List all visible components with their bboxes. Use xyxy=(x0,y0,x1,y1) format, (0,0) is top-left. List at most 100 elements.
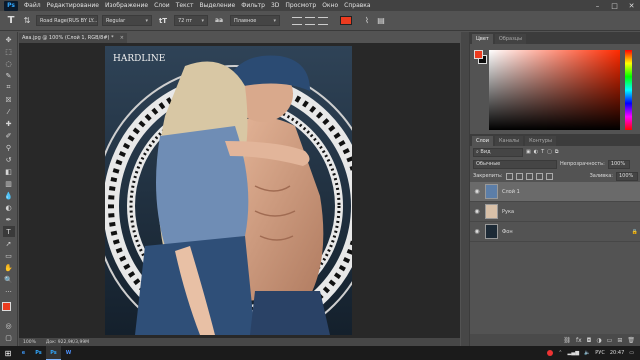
delete-layer-icon[interactable]: 🗑 xyxy=(627,337,635,344)
font-size-select[interactable]: 72 пт ▾ xyxy=(174,15,208,26)
menu-filter[interactable]: Фильтр xyxy=(238,2,268,9)
taskbar-app-photoshop[interactable]: Ps xyxy=(31,346,46,360)
lock-pixels-icon[interactable] xyxy=(515,172,523,180)
frame-tool-icon[interactable]: ☒ xyxy=(3,94,15,105)
text-orientation-icon[interactable]: ⇅ xyxy=(22,16,32,26)
eye-icon[interactable]: ◉ xyxy=(473,208,481,215)
color-picker-field[interactable] xyxy=(489,50,620,130)
quick-select-tool-icon[interactable]: ✎ xyxy=(3,70,15,81)
text-color-swatch[interactable] xyxy=(340,16,352,25)
zoom-level[interactable]: 100% xyxy=(23,340,36,345)
minimize-button[interactable]: – xyxy=(589,2,606,10)
adjustment-layer-icon[interactable]: ◑ xyxy=(596,337,601,344)
align-center-icon[interactable] xyxy=(305,16,315,25)
crop-tool-icon[interactable]: ⌗ xyxy=(3,82,15,93)
language-indicator[interactable]: РУС xyxy=(595,350,605,356)
layer-filter-select[interactable]: ⌕ Вид xyxy=(473,147,523,157)
menu-select[interactable]: Выделение xyxy=(196,2,238,9)
link-layers-icon[interactable]: ⛓ xyxy=(563,337,571,344)
antialias-select[interactable]: Плавное ▾ xyxy=(230,15,280,26)
blend-mode-select[interactable]: Обычные xyxy=(473,159,557,169)
volume-icon[interactable]: 🔈 xyxy=(584,350,590,356)
record-icon[interactable] xyxy=(547,350,554,356)
screen-mode-icon[interactable]: ▢ xyxy=(3,332,15,343)
layer-row[interactable]: ◉ Слой 1 xyxy=(470,182,640,202)
tab-channels[interactable]: Каналы xyxy=(495,136,524,146)
taskbar-app-word[interactable]: W xyxy=(61,346,76,360)
pen-tool-icon[interactable]: ✒ xyxy=(3,214,15,225)
path-select-tool-icon[interactable]: ➚ xyxy=(3,238,15,249)
menu-help[interactable]: Справка xyxy=(341,2,373,9)
healing-tool-icon[interactable]: ✚ xyxy=(3,118,15,129)
tab-color[interactable]: Цвет xyxy=(472,34,493,44)
filter-pixel-icon[interactable]: ▣ xyxy=(526,149,531,155)
align-right-icon[interactable] xyxy=(318,16,328,25)
lock-all-icon[interactable] xyxy=(545,172,553,180)
taskbar-app-edge[interactable]: e xyxy=(16,346,31,360)
fill-input[interactable]: 100% xyxy=(616,171,638,181)
menu-layers[interactable]: Слои xyxy=(151,2,173,9)
gradient-tool-icon[interactable]: ▥ xyxy=(3,178,15,189)
menu-file[interactable]: Файл xyxy=(21,2,44,9)
warp-text-icon[interactable]: ⌇ xyxy=(362,16,372,26)
hue-slider[interactable] xyxy=(625,50,632,130)
more-tools-icon[interactable]: ··· xyxy=(3,286,15,297)
filter-adjust-icon[interactable]: ◐ xyxy=(534,149,538,155)
document-canvas[interactable]: HARDLINE xyxy=(105,46,352,335)
layer-row[interactable]: ◉ Рука xyxy=(470,202,640,222)
move-tool-icon[interactable]: ✥ xyxy=(3,34,15,45)
clone-stamp-tool-icon[interactable]: ⚲ xyxy=(3,142,15,153)
menu-type[interactable]: Текст xyxy=(173,2,197,9)
network-icon[interactable]: ▂▄▆ xyxy=(568,350,580,356)
marquee-tool-icon[interactable]: ⬚ xyxy=(3,46,15,57)
align-left-icon[interactable] xyxy=(292,16,302,25)
layer-row[interactable]: ◉ Фон 🔒 xyxy=(470,222,640,242)
eye-icon[interactable]: ◉ xyxy=(473,228,481,235)
eye-icon[interactable]: ◉ xyxy=(473,188,481,195)
rectangle-tool-icon[interactable]: ▭ xyxy=(3,250,15,261)
menu-image[interactable]: Изображение xyxy=(102,2,151,9)
chevron-up-icon[interactable]: ⌃ xyxy=(558,350,562,356)
canvas-workspace[interactable]: HARDLINE xyxy=(19,43,460,338)
filter-smart-icon[interactable]: ⧉ xyxy=(555,149,559,155)
lock-artboard-icon[interactable] xyxy=(535,172,543,180)
menu-edit[interactable]: Редактирование xyxy=(44,2,102,9)
add-mask-icon[interactable]: ◘ xyxy=(587,337,592,344)
foreground-color[interactable] xyxy=(1,302,11,311)
lock-position-icon[interactable] xyxy=(525,172,533,180)
opacity-input[interactable]: 100% xyxy=(607,159,630,169)
zoom-tool-icon[interactable]: 🔍 xyxy=(3,274,15,285)
color-swatches[interactable] xyxy=(1,302,16,316)
type-tool-icon[interactable]: T xyxy=(2,226,15,237)
close-tab-icon[interactable]: × xyxy=(120,35,124,41)
notifications-icon[interactable]: ▭ xyxy=(629,350,634,356)
menu-view[interactable]: Просмотр xyxy=(282,2,319,9)
new-layer-icon[interactable]: ⊞ xyxy=(617,337,622,344)
eraser-tool-icon[interactable]: ◧ xyxy=(3,166,15,177)
filter-type-icon[interactable]: T xyxy=(541,149,544,155)
clock[interactable]: 20:47 xyxy=(610,350,624,356)
document-tab[interactable]: Ава.jpg @ 100% (Слой 1, RGB/8#) * × xyxy=(19,33,127,43)
panel-foreground-color[interactable] xyxy=(474,50,483,59)
close-button[interactable]: ✕ xyxy=(623,2,640,10)
lasso-tool-icon[interactable]: ◌ xyxy=(3,58,15,69)
taskbar-app-photoshop-active[interactable]: Ps xyxy=(46,346,61,360)
history-brush-tool-icon[interactable]: ↺ xyxy=(3,154,15,165)
tab-layers[interactable]: Слои xyxy=(472,136,493,146)
blur-tool-icon[interactable]: 💧 xyxy=(3,190,15,201)
eyedropper-tool-icon[interactable]: ⁄ xyxy=(3,106,15,117)
tab-swatches[interactable]: Образцы xyxy=(494,34,527,44)
font-style-select[interactable]: Regular ▾ xyxy=(102,15,152,26)
windows-start-icon[interactable]: ⊞ xyxy=(0,346,16,360)
brush-tool-icon[interactable]: ✐ xyxy=(3,130,15,141)
type-tool-icon[interactable]: T xyxy=(4,14,18,28)
font-family-select[interactable]: Road Rage(RUS BY LY...▾ xyxy=(36,15,98,26)
filter-shape-icon[interactable]: ▢ xyxy=(547,149,552,155)
tab-paths[interactable]: Контуры xyxy=(525,136,556,146)
fx-icon[interactable]: fx xyxy=(576,337,582,344)
maximize-button[interactable]: □ xyxy=(606,2,623,10)
menu-3d[interactable]: 3D xyxy=(268,2,282,9)
dodge-tool-icon[interactable]: ◐ xyxy=(3,202,15,213)
new-group-icon[interactable]: ▭ xyxy=(607,337,613,344)
menu-window[interactable]: Окно xyxy=(319,2,341,9)
